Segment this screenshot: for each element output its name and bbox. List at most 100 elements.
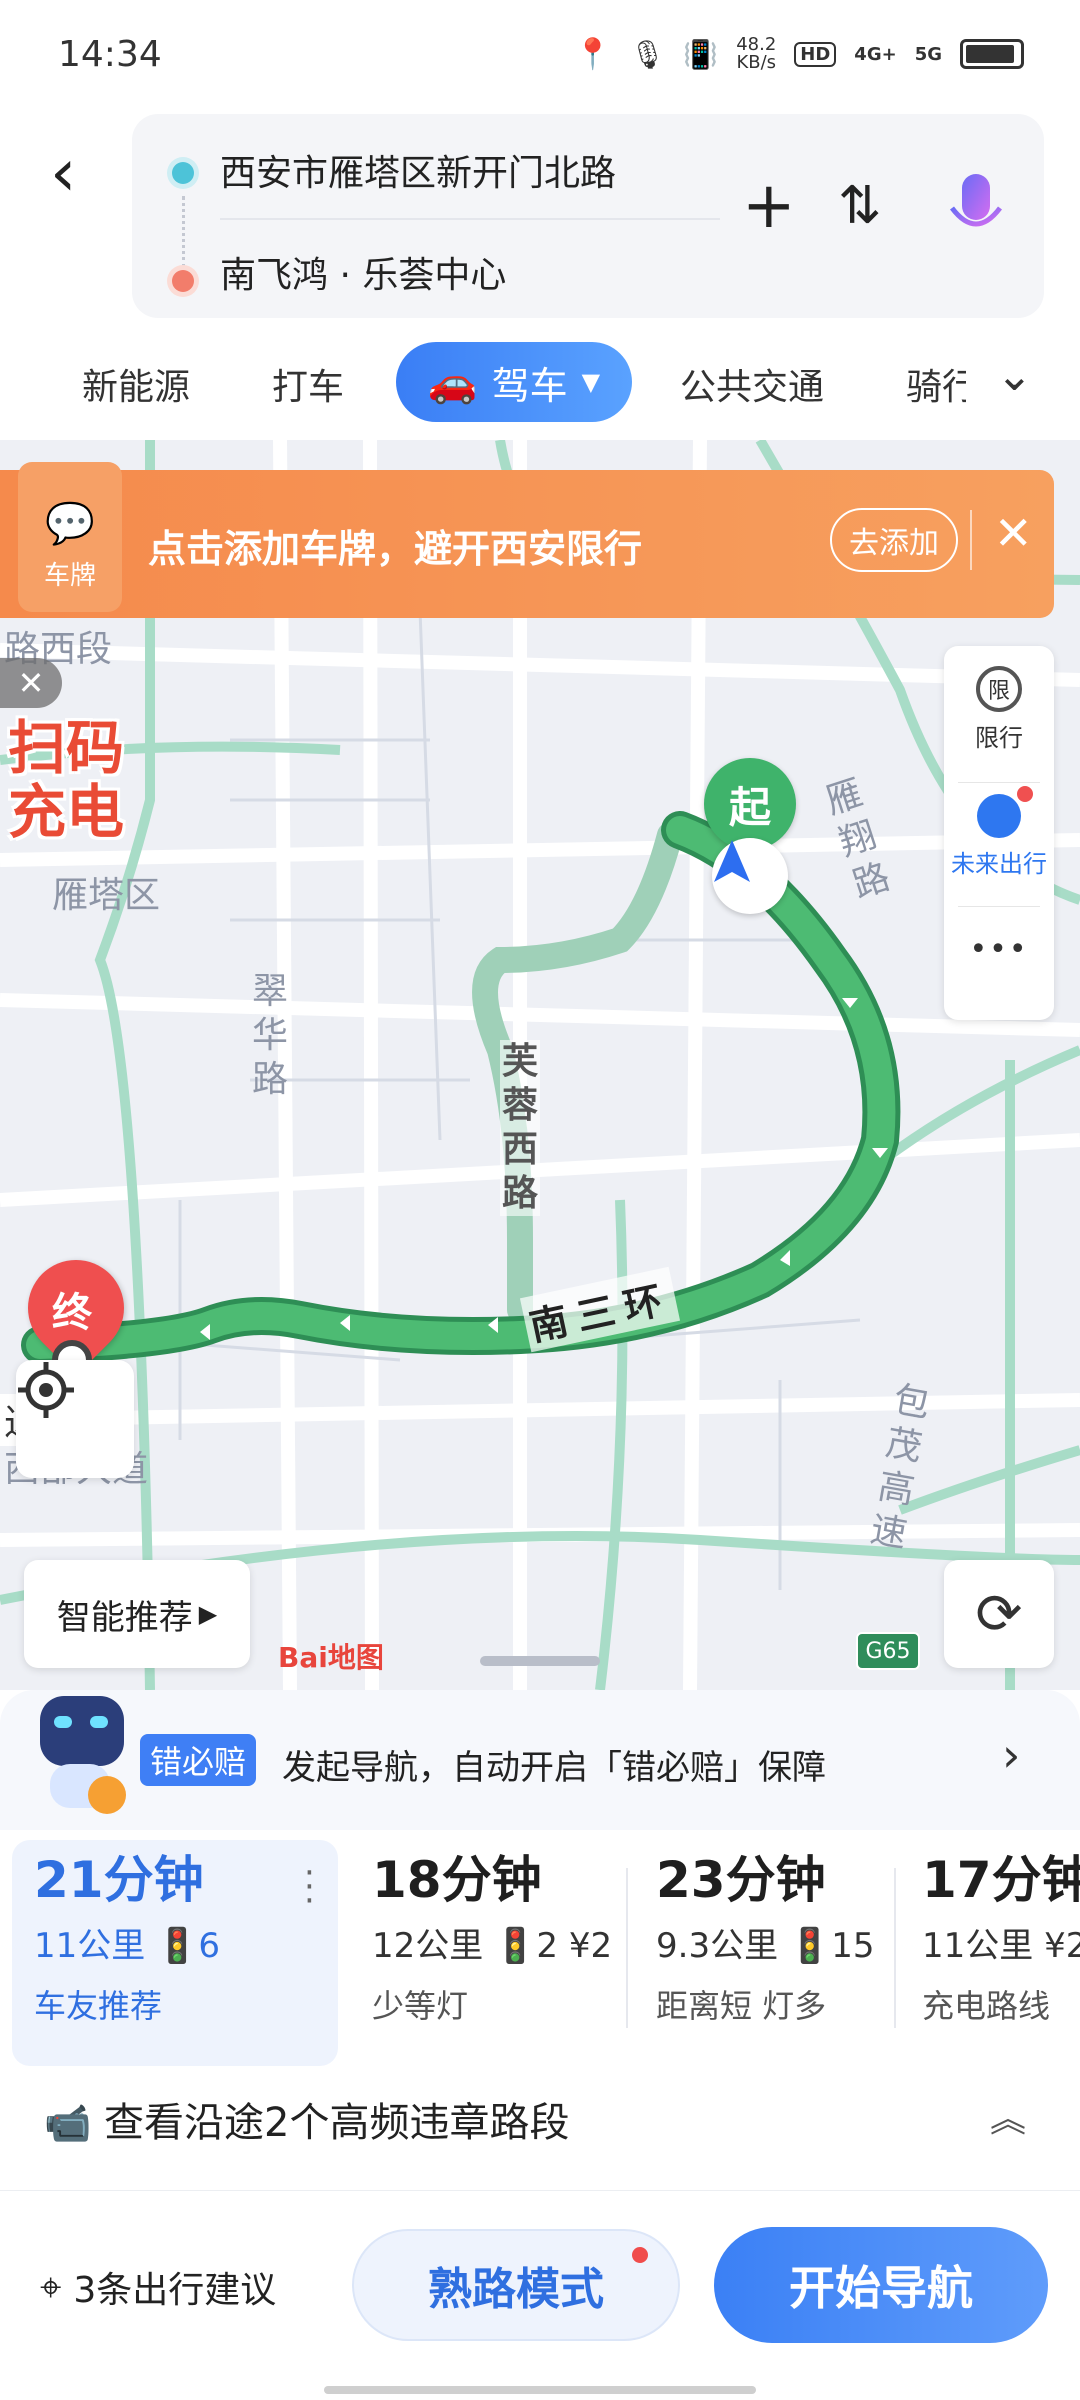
route-4-note: 充电路线: [922, 1987, 1051, 2025]
back-button[interactable]: ‹: [50, 140, 100, 210]
familiar-mode-button[interactable]: 熟路模式: [352, 2229, 680, 2341]
caret-down-icon: ▼: [581, 368, 601, 396]
tab-drive-label: 驾车: [491, 363, 568, 408]
route-2-time: 18分钟: [372, 1851, 542, 1909]
origin-dot-icon: [172, 162, 194, 184]
close-promo-icon[interactable]: ✕: [0, 658, 62, 708]
route-separator: [894, 1868, 896, 2028]
voice-input-icon[interactable]: [946, 170, 1006, 250]
route-4-time: 17分钟: [922, 1851, 1080, 1909]
route-card-3[interactable]: 23分钟 9.3公里 🚦15 距离短 灯多: [656, 1840, 874, 2060]
route-card-1-content: 21分钟 11公里 🚦6 车友推荐: [34, 1840, 220, 2060]
message-icon: 💬: [45, 501, 95, 547]
district-label: 雁塔区: [52, 875, 161, 916]
route-3-note: 距离短 灯多: [656, 1987, 827, 2025]
chevron-down-icon[interactable]: ⌄: [996, 350, 1033, 401]
guarantee-text: 发起导航，自动开启「错必赔」保障: [282, 1748, 826, 1788]
highway-badge: G65: [856, 1632, 920, 1670]
status-time: 14:34: [58, 34, 162, 75]
scan-charge-promo[interactable]: 扫码 充电: [8, 716, 124, 844]
map-side-panel: 限 限行 未来出行 •••: [944, 646, 1054, 1020]
crosshair-icon: [18, 1362, 74, 1418]
route-4-detail: 11公里 ¥2: [922, 1926, 1080, 1966]
plate-icon-label: 车牌: [43, 561, 96, 591]
car-icon: 🚗: [427, 359, 478, 406]
origin-field[interactable]: 西安市雁塔区新开门北路: [220, 144, 616, 196]
tab-drive[interactable]: 🚗 驾车 ▼: [396, 342, 632, 422]
route-header: ‹ 西安市雁塔区新开门北路 南飞鸿 · 乐荟中心 + ⇅: [0, 110, 1080, 320]
side-divider-1: [958, 782, 1040, 783]
location-pin-icon: ⌖: [40, 2264, 62, 2309]
signal-5g-label: 5G: [914, 43, 942, 65]
smart-recommend-button[interactable]: 智能推荐 ▶: [24, 1560, 250, 1668]
road-label-furong: 芙蓉西路: [500, 1040, 540, 1216]
map-view[interactable]: 💬 车牌 点击添加车牌，避开西安限行 去添加 ✕ 路西段 ✕ 扫码 充电 雁塔区…: [0, 440, 1080, 1690]
route-panel: 错必赔 发起导航，自动开启「错必赔」保障 › 21分钟 11公里 🚦6 车友推荐…: [0, 1690, 1080, 2400]
play-right-icon: ▶: [198, 1600, 218, 1628]
travel-mode-tabs: 新能源 打车 🚗 驾车 ▼ 公共交通 骑行 ⌄: [0, 330, 1080, 440]
drag-handle[interactable]: [480, 1656, 600, 1666]
mic-status-icon: 🎙: [629, 37, 666, 71]
start-marker[interactable]: 起: [704, 758, 796, 850]
plate-icon: 💬 车牌: [18, 462, 122, 612]
refresh-icon: ⟳: [975, 1581, 1023, 1647]
guarantee-tag: 错必赔: [140, 1734, 257, 1786]
suggestions-link[interactable]: ⌖ 3条出行建议: [40, 2261, 276, 2313]
route-card-4[interactable]: 17分钟 11公里 ¥2 充电路线: [922, 1840, 1080, 2060]
swap-route-button[interactable]: ⇅: [838, 174, 882, 238]
route-1-time: 21分钟: [34, 1851, 204, 1909]
destination-dot-icon: [172, 270, 194, 292]
smart-recommend-label: 智能推荐: [56, 1597, 193, 1638]
banner-text: 点击添加车牌，避开西安限行: [148, 527, 643, 571]
red-dot-badge: [632, 2247, 648, 2263]
timer-icon: [977, 786, 1033, 838]
route-card-1-menu-icon[interactable]: · · ·: [304, 1856, 315, 1918]
tab-public-transit[interactable]: 公共交通: [680, 358, 824, 410]
limit-label: 限行: [975, 724, 1023, 752]
chevron-up-icon[interactable]: ︽: [990, 2090, 1026, 2142]
more-options-icon[interactable]: •••: [944, 932, 1054, 967]
refresh-button[interactable]: ⟳: [944, 1560, 1054, 1668]
guarantee-promo[interactable]: 错必赔 发起导航，自动开启「错必赔」保障 ›: [0, 1690, 1080, 1830]
bottom-action-bar: ⌖ 3条出行建议 熟路模式 开始导航: [0, 2190, 1080, 2400]
tab-new-energy[interactable]: 新能源: [82, 358, 190, 410]
license-plate-banner[interactable]: 💬 车牌 点击添加车牌，避开西安限行 去添加 ✕: [0, 462, 1054, 618]
route-3-detail: 9.3公里 🚦15: [656, 1926, 875, 1966]
map-canvas: [0, 440, 1080, 1690]
familiar-mode-label: 熟路模式: [428, 2264, 604, 2315]
banner-divider: [970, 510, 972, 570]
limit-icon: 限: [976, 666, 1022, 712]
future-travel-button[interactable]: 未来出行: [944, 786, 1054, 879]
destination-field[interactable]: 南飞鸿 · 乐荟中心: [220, 246, 506, 298]
tab-cycling[interactable]: 骑行: [906, 358, 966, 410]
start-navigation-button[interactable]: 开始导航: [714, 2227, 1048, 2343]
add-plate-button[interactable]: 去添加: [830, 508, 958, 572]
traffic-limit-button[interactable]: 限 限行: [944, 666, 1054, 753]
hd-badge: HD: [794, 41, 837, 67]
close-banner-icon[interactable]: ✕: [994, 506, 1033, 560]
vibrate-icon: 📳: [683, 37, 719, 71]
status-icons: 📍 🎙 📳 48.2 KB/s HD 4G+ 5G: [574, 36, 1024, 72]
route-connector: [182, 196, 185, 268]
route-1-detail: 11公里 🚦6: [34, 1926, 221, 1966]
status-bar: 14:34 📍 🎙 📳 48.2 KB/s HD 4G+ 5G: [0, 0, 1080, 110]
violation-tip-text: 查看沿途2个高频违章路段: [104, 2100, 570, 2146]
suggestions-label: 3条出行建议: [73, 2270, 277, 2311]
battery-icon: [960, 39, 1024, 69]
side-divider-2: [958, 906, 1040, 907]
add-waypoint-button[interactable]: +: [742, 174, 796, 238]
violation-tip[interactable]: 📹 查看沿途2个高频违章路段: [44, 2090, 570, 2148]
end-marker-label: 终: [52, 1290, 92, 1336]
route-1-note: 车友推荐: [34, 1987, 163, 2025]
chevron-right-icon: ›: [1002, 1728, 1021, 1782]
tab-taxi[interactable]: 打车: [272, 358, 344, 410]
map-logo: Bai地图: [278, 1641, 384, 1674]
route-card-2[interactable]: 18分钟 12公里 🚦2 ¥2 少等灯: [372, 1840, 612, 2060]
route-3-time: 23分钟: [656, 1851, 826, 1909]
road-label-cuihua: 翠华路: [251, 971, 288, 1100]
locate-button[interactable]: [16, 1360, 134, 1478]
current-location-arrow-icon: [712, 838, 788, 914]
robot-mascot-icon: [30, 1690, 136, 1814]
home-indicator[interactable]: [324, 2386, 756, 2394]
net-speed: 48.2 KB/s: [736, 34, 777, 73]
